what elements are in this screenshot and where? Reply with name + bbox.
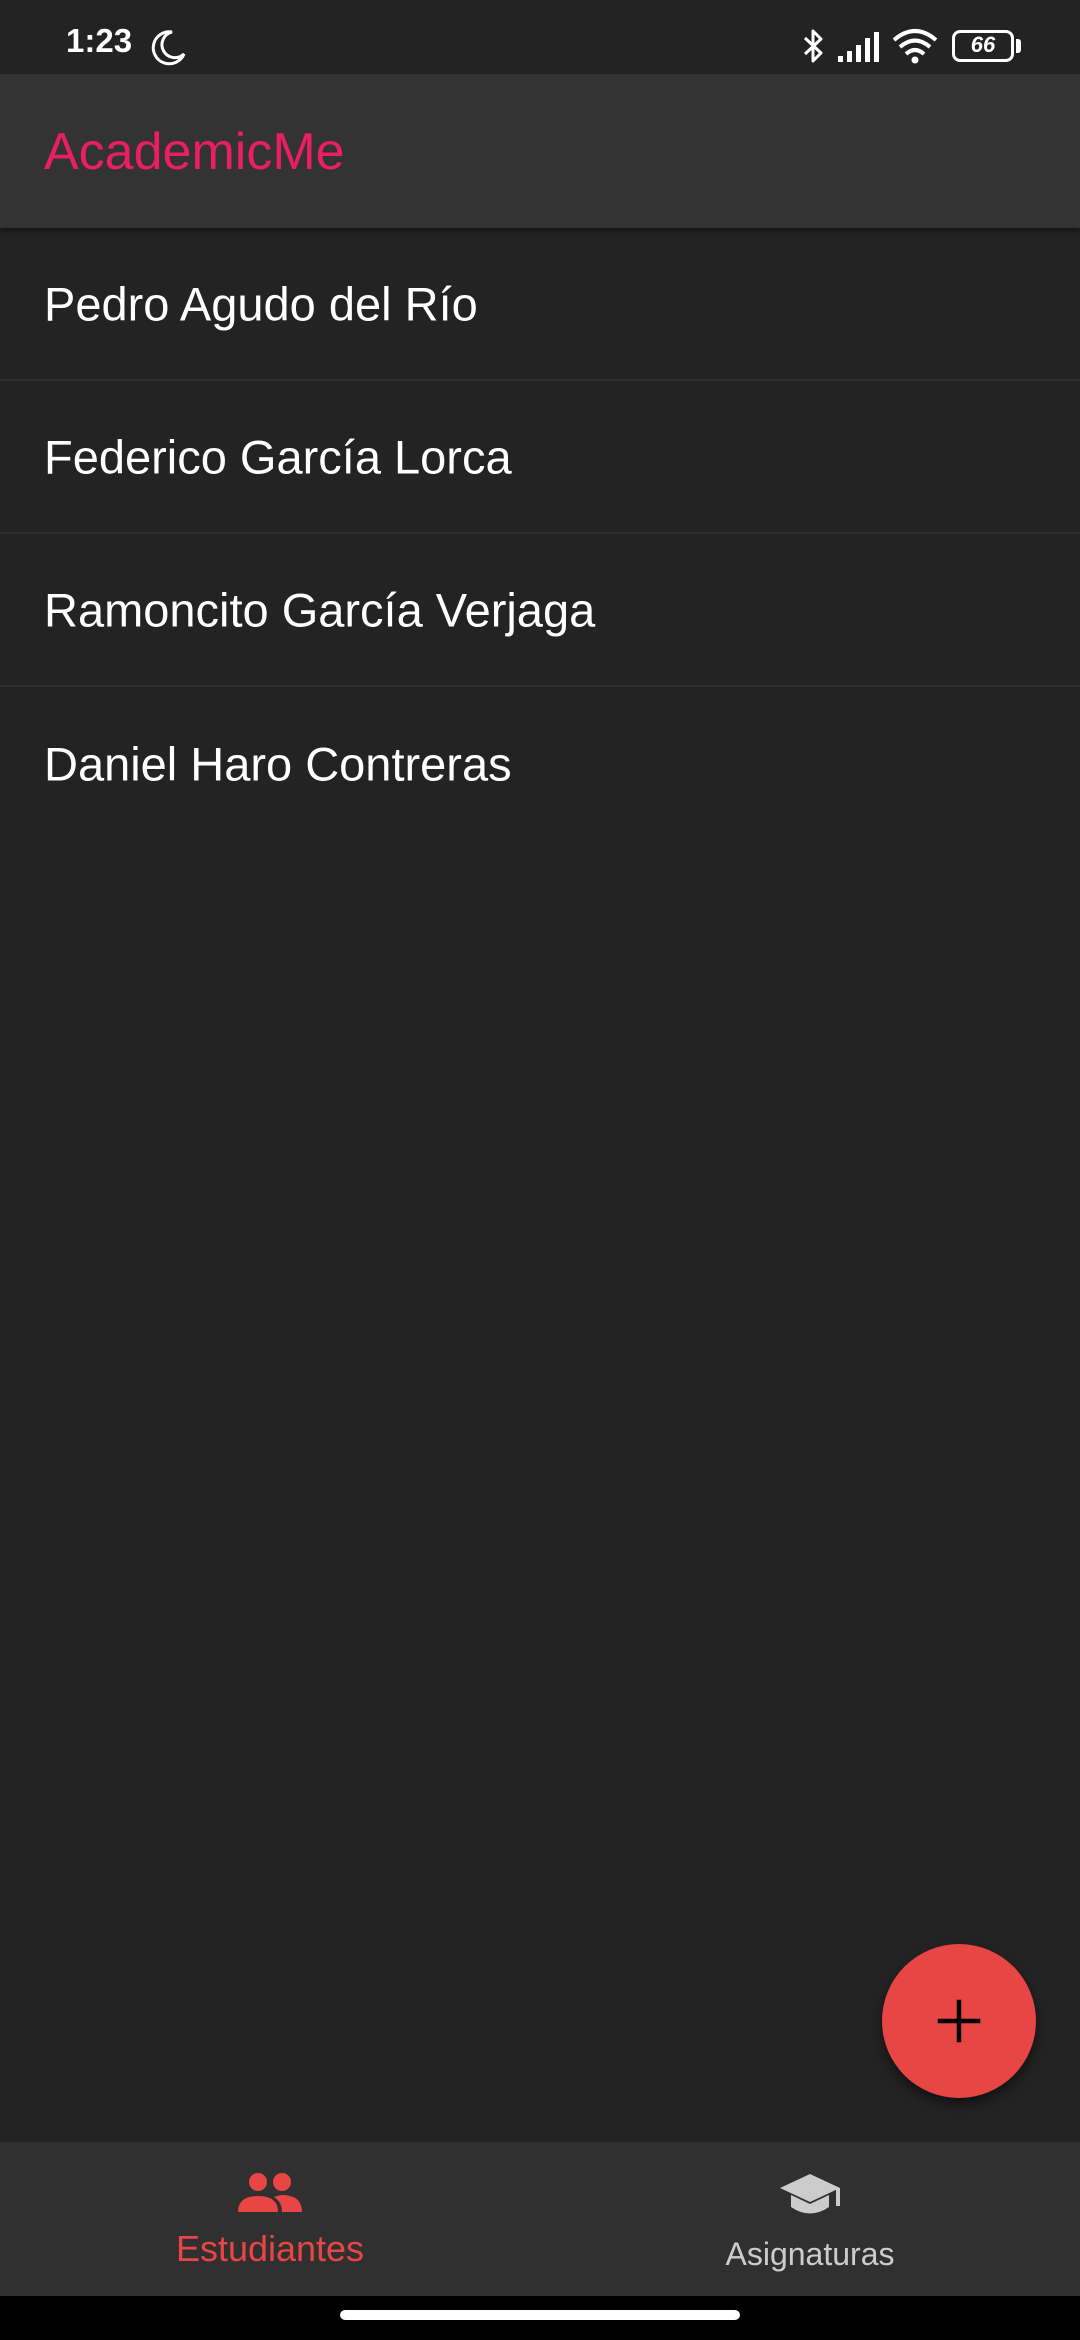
student-name: Pedro Agudo del Río xyxy=(44,277,478,330)
plus-icon xyxy=(937,1999,981,2043)
student-name: Daniel Haro Contreras xyxy=(44,737,512,790)
signal-icon xyxy=(838,32,879,62)
list-item[interactable]: Daniel Haro Contreras xyxy=(0,687,1080,840)
student-name: Federico García Lorca xyxy=(44,430,512,483)
status-time: 1:23 xyxy=(66,22,133,59)
app-bar: AcademicMe xyxy=(0,74,1080,228)
moon-icon xyxy=(151,30,186,66)
add-student-button[interactable] xyxy=(882,1944,1036,2098)
gesture-bar xyxy=(0,2296,1080,2340)
bluetooth-icon xyxy=(803,29,823,63)
home-indicator[interactable] xyxy=(340,2310,740,2320)
battery-tip xyxy=(1016,39,1021,53)
nav-item-estudiantes[interactable]: Estudiantes xyxy=(0,2142,540,2296)
app-title: AcademicMe xyxy=(44,123,345,181)
nav-item-asignaturas[interactable]: Asignaturas xyxy=(540,2142,1080,2296)
status-bar: 1:23 66 xyxy=(0,0,1080,74)
school-icon xyxy=(780,2174,840,2214)
nav-label: Asignaturas xyxy=(725,2236,895,2272)
battery-level: 66 xyxy=(970,32,996,57)
wifi-icon xyxy=(892,29,938,64)
list-item[interactable]: Pedro Agudo del Río xyxy=(0,228,1080,381)
nav-label: Estudiantes xyxy=(175,2228,365,2269)
list-item[interactable]: Ramoncito García Verjaga xyxy=(0,534,1080,687)
bottom-nav: Estudiantes Asignaturas xyxy=(0,2142,1080,2296)
list-item[interactable]: Federico García Lorca xyxy=(0,381,1080,534)
student-list: Pedro Agudo del Río Federico García Lorc… xyxy=(0,228,1080,840)
student-name: Ramoncito García Verjaga xyxy=(44,583,596,636)
battery-icon: 66 xyxy=(952,30,1014,62)
people-icon xyxy=(238,2173,302,2212)
